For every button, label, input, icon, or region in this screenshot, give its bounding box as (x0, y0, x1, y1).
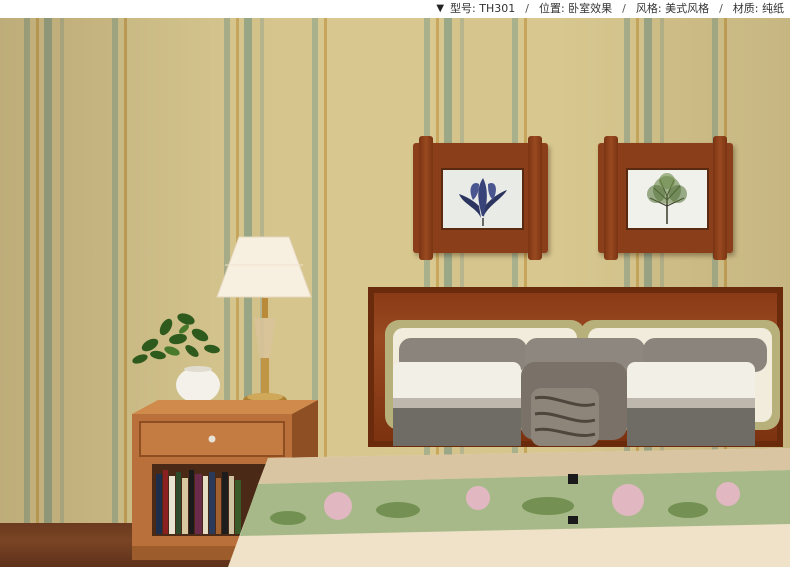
separator: / (525, 2, 529, 15)
potted-plant (132, 313, 220, 403)
location-label: 位置: 卧室效果 (538, 2, 613, 15)
separator: / (719, 2, 723, 15)
frame-post-right (713, 136, 727, 260)
drawer-knob (208, 435, 216, 443)
style-label: 风格: 美式风格 (635, 2, 710, 15)
material-label: 材质: 纯纸 (732, 2, 784, 15)
frame-post-left (419, 136, 433, 260)
lamp-shade (216, 236, 312, 298)
picture-frame-right (598, 136, 733, 260)
wallpaper-product-photo: ▼ 型号: TH301 / 位置: 卧室效果 / 风格: 美式风格 / 材质: … (0, 0, 790, 567)
tree-icon (628, 170, 707, 228)
flower-print (441, 168, 524, 230)
model-label: 型号: TH301 (450, 2, 516, 15)
bed-with-runner (228, 448, 790, 567)
lamp-base (243, 298, 287, 407)
picture-frame-left (413, 136, 548, 260)
bed-pillows (385, 320, 780, 446)
frame-post-right (528, 136, 542, 260)
separator: / (622, 2, 626, 15)
blue-flower-icon (443, 170, 522, 228)
triangle-down-icon: ▼ (436, 3, 445, 14)
tree-print (626, 168, 709, 230)
frame-post-left (604, 136, 618, 260)
product-spec-bar: ▼ 型号: TH301 / 位置: 卧室效果 / 风格: 美式风格 / 材质: … (0, 0, 790, 18)
